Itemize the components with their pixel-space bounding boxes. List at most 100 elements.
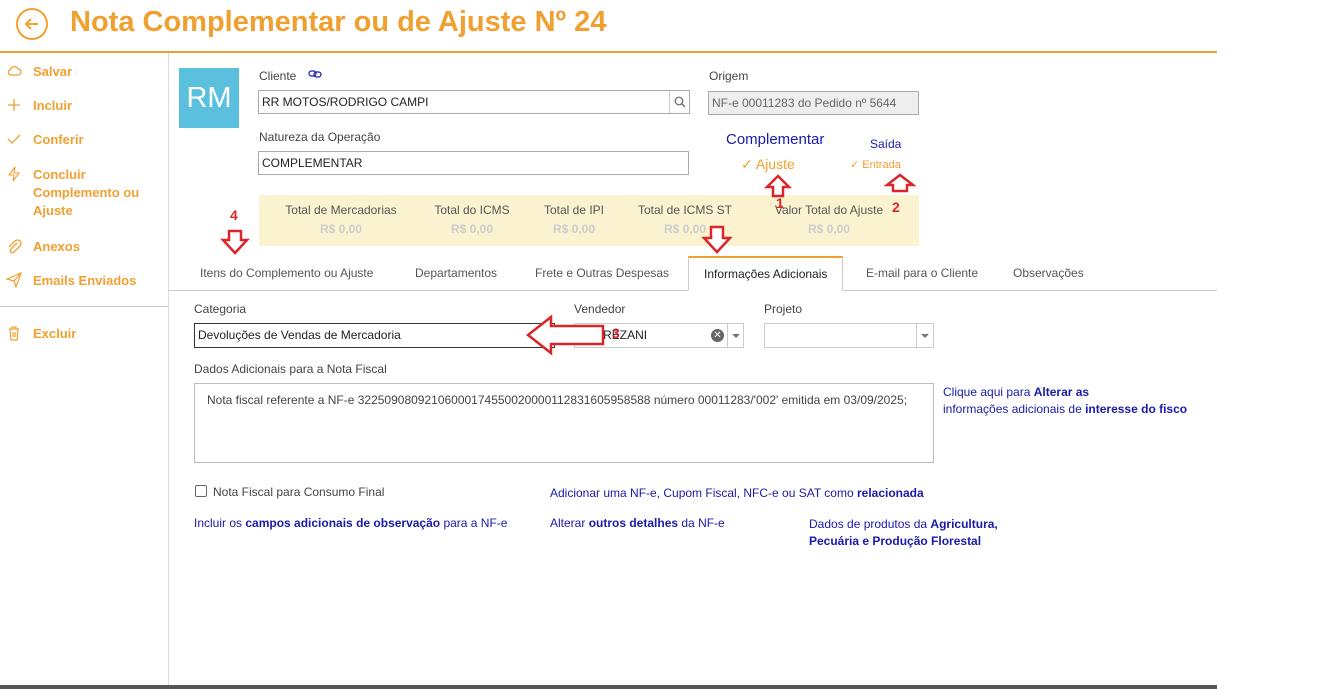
- tab-informacoes-adicionais[interactable]: Informações Adicionais: [688, 256, 844, 291]
- paper-plane-icon: [6, 272, 22, 288]
- conclude-label: Concluir Complemento ou Ajuste: [33, 167, 140, 218]
- check-icon: ✓: [741, 156, 753, 172]
- clear-icon[interactable]: ✕: [711, 329, 724, 342]
- total-label: Total do ICMS: [434, 203, 510, 217]
- total-value: R$ 0,00: [450, 222, 494, 236]
- header-divider: [0, 51, 1217, 53]
- tab-departamentos[interactable]: Departamentos: [415, 256, 497, 290]
- projeto-label: Projeto: [764, 302, 803, 316]
- link-bold: Alterar as: [1033, 385, 1090, 399]
- cliente-input[interactable]: RR MOTOS/RODRIGO CAMPI: [258, 90, 690, 114]
- total-mercadorias: Total de Mercadorias R$ 0,00: [279, 195, 403, 236]
- tab-bar: Itens do Complemento ou Ajuste Departame…: [168, 256, 1217, 291]
- link-text: da NF-e: [678, 516, 725, 530]
- check-icon: ✓: [850, 159, 860, 171]
- check-icon: [7, 134, 21, 144]
- total-ipi: Total de IPI R$ 0,00: [534, 195, 614, 236]
- trash-icon: [9, 326, 19, 341]
- consumo-final-label: Nota Fiscal para Consumo Final: [213, 485, 385, 499]
- delete-label: Excluir: [33, 326, 77, 341]
- tab-email[interactable]: E-mail para o Cliente: [866, 256, 978, 290]
- total-value: R$ 0,00: [319, 222, 363, 236]
- sidebar: Salvar Incluir Conferir Concluir Complem…: [0, 53, 169, 685]
- link-bold: interesse do fisco: [1085, 402, 1188, 416]
- categoria-select[interactable]: Devoluções de Vendas de Mercadoria: [194, 323, 555, 348]
- tab-frete[interactable]: Frete e Outras Despesas: [535, 256, 669, 290]
- save-label: Salvar: [33, 64, 73, 79]
- ajuste-option[interactable]: ✓ Ajuste: [741, 156, 795, 173]
- page-title: Nota Complementar ou de Ajuste Nº 24: [70, 6, 607, 38]
- link-text: Adicionar uma NF-e, Cupom Fiscal, NFC-e …: [550, 486, 857, 500]
- select-divider: [916, 324, 917, 347]
- natureza-input[interactable]: COMPLEMENTAR: [258, 151, 689, 175]
- link-text: informações adicionais de: [943, 402, 1086, 416]
- arrow-left-icon: [24, 18, 38, 30]
- consumo-final-checkbox[interactable]: [195, 485, 207, 497]
- tab-observacoes[interactable]: Observações: [1013, 256, 1084, 290]
- total-value: R$ 0,00: [807, 222, 851, 236]
- link-bold: campos adicionais de observação: [245, 516, 441, 530]
- lightning-icon: [7, 166, 21, 182]
- avatar: RM: [179, 68, 239, 128]
- link-text: Alterar: [550, 516, 589, 530]
- dados-textarea[interactable]: Nota fiscal referente a NF-e 32250908092…: [194, 383, 934, 463]
- paperclip-icon: [8, 239, 22, 254]
- bottom-bar: [0, 685, 1217, 689]
- campos-adicionais-link[interactable]: Incluir os campos adicionais de observaç…: [194, 516, 507, 530]
- total-icms-st: Total de ICMS ST R$ 0,00: [633, 195, 737, 236]
- link-icon[interactable]: [308, 68, 323, 80]
- ajuste-label: Ajuste: [755, 156, 795, 172]
- totals-strip: Total de Mercadorias R$ 0,00 Total do IC…: [259, 195, 919, 246]
- back-button[interactable]: [16, 8, 48, 40]
- arrow-up-annotation: [883, 173, 917, 193]
- total-value: R$ 0,00: [663, 222, 707, 236]
- annotation-number: 4: [230, 207, 238, 223]
- arrow-down-annotation: [220, 229, 250, 255]
- complementar-option[interactable]: Complementar: [726, 131, 824, 148]
- plus-icon: [8, 99, 20, 111]
- cloud-icon: [7, 65, 22, 76]
- link-text: para a NF-e: [440, 516, 508, 530]
- dados-label: Dados Adicionais para a Nota Fiscal: [194, 362, 387, 376]
- outros-detalhes-link[interactable]: Alterar outros detalhes da NF-e: [550, 516, 725, 530]
- annotation-number: 2: [892, 199, 900, 215]
- link-bold: Agricultura,: [930, 517, 998, 531]
- total-label: Total de IPI: [543, 203, 605, 217]
- chevron-down-icon: [732, 334, 740, 338]
- tab-itens[interactable]: Itens do Complemento ou Ajuste: [200, 256, 373, 290]
- fisco-link[interactable]: Clique aqui para Alterar as informações …: [943, 384, 1187, 418]
- vendedor-label: Vendedor: [574, 302, 626, 316]
- search-icon: [674, 96, 686, 108]
- categoria-label: Categoria: [194, 302, 247, 316]
- relacionada-link[interactable]: Adicionar uma NF-e, Cupom Fiscal, NFC-e …: [550, 486, 924, 500]
- origem-label: Origem: [709, 69, 749, 83]
- total-value: R$ 0,00: [552, 222, 596, 236]
- annotation-number: 1: [776, 195, 784, 211]
- cliente-label: Cliente: [259, 69, 297, 83]
- add-label: Incluir: [33, 98, 73, 113]
- saida-option[interactable]: Saída: [870, 137, 901, 151]
- origem-field: NF-e 00011283 do Pedido nº 5644: [708, 91, 919, 115]
- agricultura-link[interactable]: Dados de produtos da Agricultura, Pecuár…: [809, 516, 998, 550]
- natureza-label: Natureza da Operação: [259, 130, 381, 144]
- chevron-down-icon: [921, 334, 929, 338]
- link-text: Dados de produtos da: [809, 517, 931, 531]
- link-bold: Pecuária e Produção Florestal: [809, 534, 982, 548]
- sidebar-divider: [0, 306, 168, 307]
- link-text: Incluir os: [194, 516, 246, 530]
- link-text: Clique aqui para: [943, 385, 1034, 399]
- entrada-option[interactable]: ✓ Entrada: [850, 158, 901, 171]
- arrow-up-annotation: [763, 174, 793, 198]
- attachments-label: Anexos: [33, 239, 80, 254]
- link-bold: outros detalhes: [588, 516, 679, 530]
- projeto-select[interactable]: [764, 323, 934, 348]
- select-divider: [727, 324, 728, 347]
- cliente-search-button[interactable]: [669, 91, 690, 113]
- total-label: Total de ICMS ST: [637, 203, 733, 217]
- sent-emails-label: Emails Enviados: [33, 273, 137, 288]
- link-bold: relacionada: [856, 486, 924, 500]
- annotation-number: 3: [612, 325, 620, 341]
- check-label: Conferir: [33, 132, 84, 147]
- chevron-down-icon: [540, 333, 548, 337]
- entrada-label: Entrada: [862, 159, 901, 171]
